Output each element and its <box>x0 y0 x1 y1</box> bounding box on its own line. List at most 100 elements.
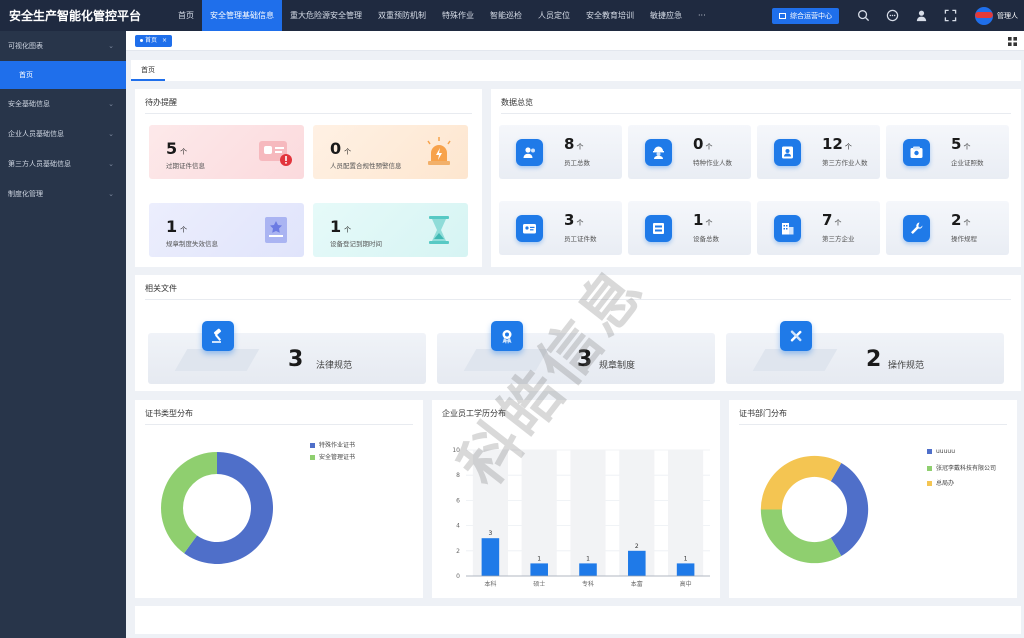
avatar-badge <box>975 11 993 18</box>
count-unit: 个 <box>834 219 842 227</box>
x-tick-label: 本富 <box>631 580 643 588</box>
fullscreen-icon[interactable] <box>944 9 957 22</box>
user-name[interactable]: 管理人 <box>997 11 1018 21</box>
chevron-down-icon: ⌄ <box>108 190 114 198</box>
top-nav-more[interactable]: ··· <box>690 0 714 31</box>
sidebar-item-label: 企业人员基础信息 <box>8 130 64 138</box>
legend-item[interactable]: 张冠李戴科技有限公司 <box>927 463 996 472</box>
cert-type-panel: 证书类型分布 特殊作业证书 安全管理证书 <box>135 400 423 598</box>
top-nav-item-positioning[interactable]: 人员定位 <box>530 0 578 31</box>
count-value: 3 <box>564 211 575 229</box>
todo-card-expired-certs[interactable]: 5个 过期证件信息 <box>149 125 304 179</box>
top-nav-item-hazard[interactable]: 重大危险源安全管理 <box>282 0 370 31</box>
id-card-icon <box>516 215 543 242</box>
bar[interactable] <box>628 550 646 576</box>
doc-count: 3 <box>577 347 593 372</box>
doc-card-operation[interactable]: 2 操作规范 <box>726 321 1004 384</box>
doc-card-regulations[interactable]: 3 规章制度 <box>437 321 715 384</box>
stat-card-third-party-companies[interactable]: 7个 第三方企业 <box>757 201 880 255</box>
divider <box>145 113 472 114</box>
message-icon[interactable] <box>886 9 899 22</box>
top-nav-item-special-work[interactable]: 特殊作业 <box>434 0 482 31</box>
y-tick-label: 6 <box>456 497 460 504</box>
legend-item[interactable]: 总局办 <box>927 478 954 487</box>
count-unit: 个 <box>344 148 352 156</box>
sidebar-item-label: 第三方人员基础信息 <box>8 160 71 168</box>
bar-value-label: 1 <box>537 555 541 562</box>
sidebar-item-third-party[interactable]: 第三方人员基础信息 ⌄ <box>0 149 126 179</box>
stat-card-third-party-workers[interactable]: 12 个 第三方作业人数 <box>757 125 880 179</box>
todo-card-regulation-invalid[interactable]: 1个 规章制度失效信息 <box>149 203 304 257</box>
doc-card-laws[interactable]: 3 法律规范 <box>148 321 426 384</box>
sidebar-subitem-home[interactable]: 首页 <box>0 61 126 89</box>
stat-count: 8个 <box>564 135 583 153</box>
ops-center-label: 综合运营中心 <box>790 11 832 20</box>
stat-card-special-workers[interactable]: 0个 特种作业人数 <box>628 125 751 179</box>
ops-center-button[interactable]: 综合运营中心 <box>772 7 839 24</box>
count-value: 1 <box>166 217 178 236</box>
bar[interactable] <box>530 563 548 576</box>
donut-slice-2[interactable] <box>760 455 842 510</box>
legend-swatch <box>927 481 932 486</box>
stat-label: 企业证照数 <box>951 159 984 167</box>
count-value: 0 <box>330 139 342 158</box>
todo-card-staffing-warning[interactable]: 0个 人员配置合规性预警信息 <box>313 125 468 179</box>
overview-title: 数据总览 <box>501 98 533 107</box>
avatar[interactable] <box>975 6 993 25</box>
legend-item[interactable]: uuuuu <box>927 448 955 455</box>
sidebar-item-regulation[interactable]: 制度化管理 ⌄ <box>0 179 126 209</box>
stat-card-licenses[interactable]: 5个 企业证照数 <box>886 125 1009 179</box>
top-nav-item-emergency[interactable]: 敏捷应急 <box>642 0 690 31</box>
todo-count: 1个 <box>330 217 351 236</box>
stat-card-procedures[interactable]: 2个 操作规程 <box>886 201 1009 255</box>
legend-label: uuuuu <box>936 448 956 455</box>
expired-certificate-icon <box>259 141 292 166</box>
bar-value-label: 1 <box>586 555 590 562</box>
app-title: 安全生产智能化管控平台 <box>9 9 142 23</box>
user-icon[interactable] <box>915 9 928 22</box>
doc-label: 操作规范 <box>888 361 925 371</box>
todo-card-device-expiry[interactable]: 1个 设备登记到期时间 <box>313 203 468 257</box>
search-icon[interactable] <box>857 9 870 22</box>
stat-card-employees[interactable]: 8个 员工总数 <box>499 125 622 179</box>
page-tab-home[interactable]: 首页 <box>131 60 165 81</box>
legend-item[interactable]: 特殊作业证书 <box>310 440 355 449</box>
y-tick-label: 10 <box>452 447 460 454</box>
top-nav-item-inspection[interactable]: 智能巡检 <box>482 0 530 31</box>
grid-menu-icon[interactable] <box>1008 37 1017 46</box>
stat-card-devices[interactable]: 1个 设备总数 <box>628 201 751 255</box>
doc-label: 规章制度 <box>599 361 636 371</box>
count-unit: 个 <box>576 219 584 227</box>
pedestal <box>463 349 549 371</box>
tab-label: 首页 <box>145 37 158 44</box>
top-nav-item-dual-prevention[interactable]: 双重预防机制 <box>370 0 434 31</box>
legend-label: 安全管理证书 <box>319 454 356 461</box>
top-nav-item-training[interactable]: 安全教育培训 <box>578 0 642 31</box>
legend-swatch <box>310 455 315 460</box>
pedestal <box>174 349 260 371</box>
sidebar-item-staff-basic[interactable]: 企业人员基础信息 ⌄ <box>0 119 126 149</box>
stat-label: 员工总数 <box>564 159 590 167</box>
hourglass-icon <box>429 216 449 244</box>
sidebar-item-visual-charts[interactable]: 可视化图表 ⌄ <box>0 31 126 61</box>
donut-slice-0[interactable] <box>830 463 869 556</box>
building-icon <box>774 215 801 242</box>
count-unit: 个 <box>576 143 584 151</box>
bar[interactable] <box>481 538 500 576</box>
tab-home[interactable]: 首页 × <box>135 35 172 47</box>
todo-count: 0个 <box>330 139 351 158</box>
donut-slice-1[interactable] <box>160 452 217 554</box>
sidebar-item-safety-basic[interactable]: 安全基础信息 ⌄ <box>0 89 126 119</box>
cert-dept-panel: 证书部门分布 uuuuu 张冠李戴科技有限公司 总局办 <box>729 400 1017 598</box>
top-nav-item-home[interactable]: 首页 <box>170 0 202 31</box>
bar[interactable] <box>579 563 597 576</box>
donut-slice-1[interactable] <box>760 509 842 564</box>
top-nav-item-safety-basic[interactable]: 安全管理基础信息 <box>202 0 282 31</box>
stat-card-employee-certs[interactable]: 3个 员工证件数 <box>499 201 622 255</box>
documents-panel: 相关文件 3 法律规范 3 规章制度 2 操作规范 <box>135 275 1021 391</box>
tab-dot-icon <box>140 39 143 42</box>
legend-item[interactable]: 安全管理证书 <box>310 452 355 461</box>
count-unit: 个 <box>963 219 971 227</box>
close-icon[interactable]: × <box>162 37 167 44</box>
bar[interactable] <box>676 563 695 576</box>
